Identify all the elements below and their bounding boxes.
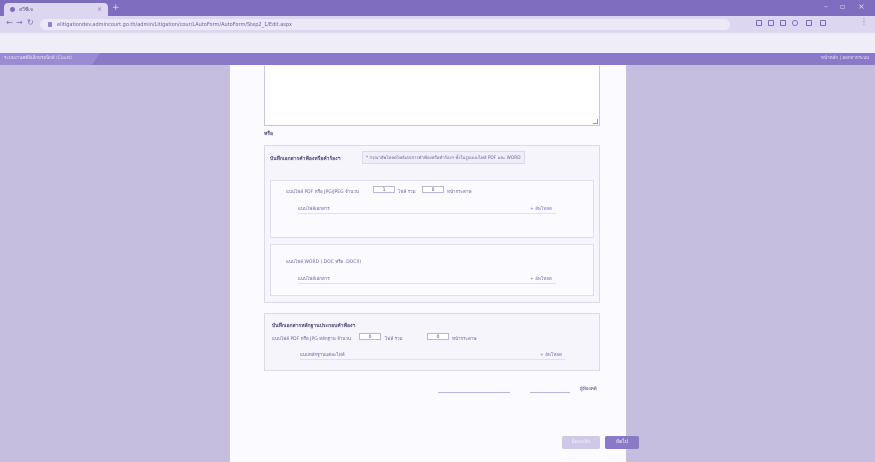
- resize-handle-icon[interactable]: [593, 119, 598, 124]
- app-header: ระบบงานคดีอิเล็กทรอนิกส์ (Court) หน้าหลั…: [0, 53, 875, 65]
- app-header-links[interactable]: หน้าหลัก | ออกจากระบบ: [821, 53, 869, 65]
- evidence-pages-unit: หน้ากระดาษ: [452, 337, 477, 342]
- back-button[interactable]: ย้อนกลับ: [562, 436, 600, 449]
- pdf-upload-link[interactable]: + อัพโหลด: [530, 205, 552, 212]
- zoom-icon[interactable]: [768, 20, 774, 26]
- browser-toolbar: ← → ↻ elitigationdev.admincourt.go.th/ad…: [0, 16, 875, 33]
- reload-icon[interactable]: ↻: [27, 18, 34, 27]
- sidebar-icon[interactable]: [820, 20, 826, 26]
- lock-icon: [48, 22, 52, 27]
- pdf-file-label: แนบไฟล์เอกสาร: [298, 207, 330, 212]
- evidence-count-label: แนบไฟล์ PDF หรือ JPG หลักฐาน จำนวน: [272, 337, 351, 342]
- evidence-pages-label: ไฟล์ รวม: [385, 337, 403, 342]
- upload-note: * กรุณาอัพโหลดไฟล์เอกสารคำฟ้องหรือคำร้อง…: [362, 151, 525, 164]
- back-icon[interactable]: ←: [6, 18, 13, 27]
- tab-title: สวีซีเจ: [19, 6, 33, 13]
- favicon-icon: [10, 7, 15, 12]
- pdf-pages-unit: หน้ากระดาษ: [447, 190, 472, 195]
- translate-icon[interactable]: [756, 20, 762, 26]
- pdf-count-label: แนบไฟล์ PDF หรือ JPG/JPEG จำนวน: [286, 190, 359, 195]
- minimize-icon[interactable]: –: [824, 2, 828, 11]
- evidence-section-title: บันทึกเอกสารหลักฐานประกอบคำฟ้องฯ: [272, 323, 356, 329]
- share-icon[interactable]: [780, 20, 786, 26]
- upload-section-title: บันทึกเอกสารคำฟ้องหรือคำร้องฯ: [270, 156, 341, 162]
- or-label: หรือ: [264, 131, 273, 137]
- evidence-pages-input[interactable]: 0: [427, 333, 449, 340]
- word-label: แนบไฟล์ WORD (.DOC หรือ .DOCX): [286, 260, 362, 265]
- app-breadcrumb[interactable]: ระบบงานคดีอิเล็กทรอนิกส์ (Court): [0, 53, 100, 65]
- tab-close-icon[interactable]: ×: [97, 6, 102, 13]
- new-tab-icon[interactable]: +: [112, 3, 120, 13]
- word-upload-panel: [270, 244, 594, 296]
- address-bar[interactable]: elitigationdev.admincourt.go.th/admin/Li…: [40, 19, 730, 30]
- evidence-file-label: แนบหลักฐานแต่ละไฟล์: [300, 353, 345, 358]
- bookmark-star-icon[interactable]: [792, 20, 798, 26]
- pdf-count-input[interactable]: 1: [373, 186, 395, 193]
- evidence-file-divider: [300, 359, 565, 360]
- word-file-divider: [298, 283, 556, 284]
- maximize-icon[interactable]: ▫: [840, 2, 845, 11]
- description-textarea[interactable]: [264, 66, 600, 126]
- forward-icon[interactable]: →: [16, 18, 23, 27]
- signature-line: [438, 392, 510, 393]
- evidence-upload-link[interactable]: + อัพโหลด: [540, 351, 562, 358]
- browser-tab[interactable]: สวีซีเจ ×: [4, 3, 108, 16]
- word-upload-link[interactable]: + อัพโหลด: [530, 275, 552, 282]
- bookmarks-bar: [0, 33, 875, 54]
- url-text: elitigationdev.admincourt.go.th/admin/Li…: [57, 21, 293, 28]
- close-icon[interactable]: ×: [858, 2, 865, 11]
- menu-icon[interactable]: ⋮: [860, 17, 868, 26]
- word-file-label: แนบไฟล์เอกสาร: [298, 277, 330, 282]
- signature-date-line: [530, 392, 570, 393]
- evidence-count-input[interactable]: 0: [359, 333, 381, 340]
- pdf-pages-input[interactable]: 0: [422, 186, 444, 193]
- signature-label: ผู้ฟ้องคดี: [580, 387, 597, 392]
- browser-tab-bar: สวีซีเจ × + – ▫ ×: [0, 0, 875, 16]
- pdf-file-divider: [298, 213, 556, 214]
- next-button[interactable]: ถัดไป: [605, 436, 639, 449]
- extensions-icon[interactable]: [806, 20, 812, 26]
- pdf-pages-label: ไฟล์ รวม: [398, 190, 416, 195]
